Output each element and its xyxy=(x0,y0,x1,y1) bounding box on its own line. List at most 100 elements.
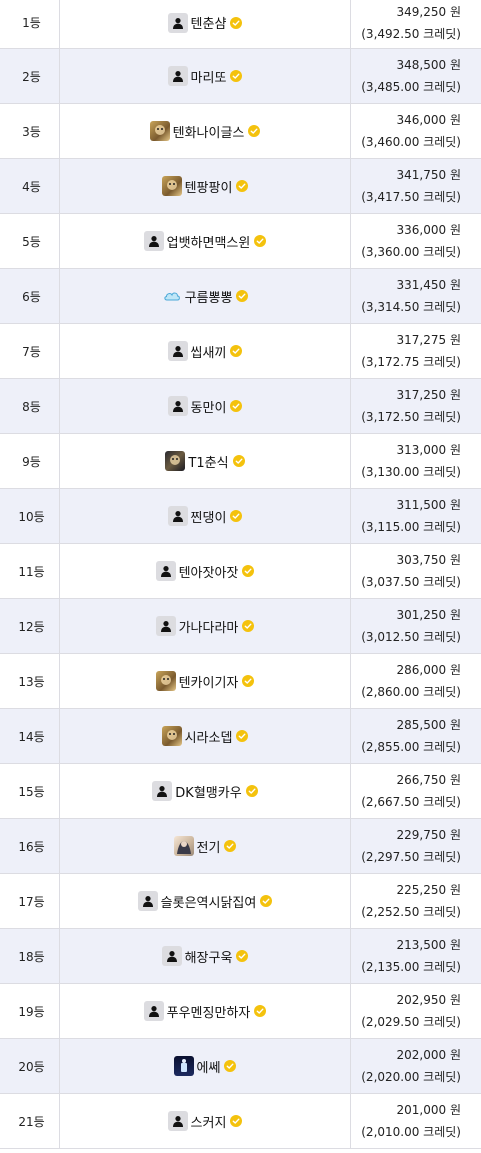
amount-cell: 311,500 원 (3,115.00 크레딧) xyxy=(351,489,481,543)
amount-credit: (2,020.00 크레딧) xyxy=(361,1070,461,1084)
user-nickname[interactable]: 텐화나이글스 xyxy=(173,122,245,141)
amount-credit: (3,417.50 크레딧) xyxy=(361,190,461,204)
rank-cell: 19등 xyxy=(0,984,60,1038)
amount-cell: 346,000 원 (3,460.00 크레딧) xyxy=(351,104,481,158)
user-silhouette-icon xyxy=(167,66,188,86)
user-nickname[interactable]: DK혈맹카우 xyxy=(175,782,241,801)
amount-cell: 202,000 원 (2,020.00 크레딧) xyxy=(351,1039,481,1093)
amount-won: 341,750 원 xyxy=(396,168,461,182)
amount-cell: 225,250 원 (2,252.50 크레딧) xyxy=(351,874,481,928)
profile-photo-avatar xyxy=(161,176,182,196)
user-nickname[interactable]: 푸우멘징만하자 xyxy=(167,1002,251,1021)
user-cell[interactable]: 구름뽕뽕 xyxy=(60,269,351,323)
table-row: 11등 텐아잣아잣 303,750 원 (3,037.50 크레딧) xyxy=(0,544,481,599)
user-nickname[interactable]: 텐카이기자 xyxy=(179,672,239,691)
user-cell[interactable]: 푸우멘징만하자 xyxy=(60,984,351,1038)
amount-won: 336,000 원 xyxy=(396,223,461,237)
rank-cell: 18등 xyxy=(0,929,60,983)
amount-cell: 285,500 원 (2,855.00 크레딧) xyxy=(351,709,481,763)
user-nickname[interactable]: 텐춘샴 xyxy=(191,13,227,32)
verified-check-icon xyxy=(224,840,237,852)
user-cell[interactable]: 슬롯은역시닭집여 xyxy=(60,874,351,928)
user-cell[interactable]: 텐팡팡이 xyxy=(60,159,351,213)
table-row: 14등 시라소뎁 285,500 원 (2,855.00 크레딧) xyxy=(0,709,481,764)
amount-cell: 349,250 원 (3,492.50 크레딧) xyxy=(351,0,481,48)
user-nickname[interactable]: 전기 xyxy=(197,837,221,856)
amount-credit: (3,037.50 크레딧) xyxy=(361,575,461,589)
verified-check-icon xyxy=(230,510,243,522)
table-row: 3등 텐화나이글스 346,000 원 (3,460.00 크레딧) xyxy=(0,104,481,159)
user-cell[interactable]: 텐화나이글스 xyxy=(60,104,351,158)
user-cell[interactable]: 동만이 xyxy=(60,379,351,433)
user-cell[interactable]: 텐카이기자 xyxy=(60,654,351,708)
user-nickname[interactable]: 동만이 xyxy=(191,397,227,416)
user-cell[interactable]: 스커지 xyxy=(60,1094,351,1148)
user-cell[interactable]: 가나다라마 xyxy=(60,599,351,653)
amount-won: 313,000 원 xyxy=(396,443,461,457)
rank-cell: 4등 xyxy=(0,159,60,213)
user-cell[interactable]: 에쎄 xyxy=(60,1039,351,1093)
user-nickname[interactable]: 해장구욱 xyxy=(185,947,233,966)
user-nickname[interactable]: 씹새끼 xyxy=(191,342,227,361)
rank-cell: 1등 xyxy=(0,0,60,48)
table-row: 13등 텐카이기자 286,000 원 (2,860.00 크레딧) xyxy=(0,654,481,709)
user-cell[interactable]: 마리또 xyxy=(60,49,351,103)
user-nickname[interactable]: 업뱃하면맥스윈 xyxy=(167,232,251,251)
amount-credit: (3,115.00 크레딧) xyxy=(361,520,461,534)
amount-won: 213,500 원 xyxy=(396,938,461,952)
rank-cell: 12등 xyxy=(0,599,60,653)
table-row: 10등 찐댕이 311,500 원 (3,115.00 크레딧) xyxy=(0,489,481,544)
amount-credit: (3,314.50 크레딧) xyxy=(361,300,461,314)
user-nickname[interactable]: 가나다라마 xyxy=(179,617,239,636)
table-row: 1등 텐춘샴 349,250 원 (3,492.50 크레딧) xyxy=(0,0,481,49)
user-cell[interactable]: 업뱃하면맥스윈 xyxy=(60,214,351,268)
user-nickname[interactable]: 텐아잣아잣 xyxy=(179,562,239,581)
user-nickname[interactable]: 텐팡팡이 xyxy=(185,177,233,196)
user-nickname[interactable]: 스커지 xyxy=(191,1112,227,1131)
user-cell[interactable]: 텐춘샴 xyxy=(60,0,351,48)
verified-check-icon xyxy=(245,785,258,797)
amount-credit: (2,855.00 크레딧) xyxy=(361,740,461,754)
verified-check-icon xyxy=(236,290,249,302)
user-nickname[interactable]: 구름뽕뽕 xyxy=(185,287,233,306)
user-nickname[interactable]: 슬롯은역시닭집여 xyxy=(161,892,257,911)
verified-check-icon xyxy=(236,180,249,192)
user-nickname[interactable]: 에쎄 xyxy=(197,1057,221,1076)
user-cell[interactable]: 전기 xyxy=(60,819,351,873)
user-silhouette-icon xyxy=(155,616,176,636)
profile-photo-avatar xyxy=(165,451,186,471)
rank-cell: 11등 xyxy=(0,544,60,598)
user-cell[interactable]: 텐아잣아잣 xyxy=(60,544,351,598)
table-row: 20등 에쎄 202,000 원 (2,020.00 크레딧) xyxy=(0,1039,481,1094)
amount-won: 303,750 원 xyxy=(396,553,461,567)
verified-check-icon xyxy=(232,455,245,467)
amount-cell: 341,750 원 (3,417.50 크레딧) xyxy=(351,159,481,213)
user-cell[interactable]: 찐댕이 xyxy=(60,489,351,543)
user-nickname[interactable]: T1춘식 xyxy=(188,452,228,471)
rank-cell: 17등 xyxy=(0,874,60,928)
user-silhouette-icon xyxy=(167,506,188,526)
verified-check-icon xyxy=(242,620,255,632)
table-row: 15등 DK혈맹카우 266,750 원 (2,667.50 크레딧) xyxy=(0,764,481,819)
user-cell[interactable]: 시라소뎁 xyxy=(60,709,351,763)
user-cell[interactable]: DK혈맹카우 xyxy=(60,764,351,818)
amount-won: 286,000 원 xyxy=(396,663,461,677)
user-cell[interactable]: 해장구욱 xyxy=(60,929,351,983)
amount-credit: (3,130.00 크레딧) xyxy=(361,465,461,479)
user-nickname[interactable]: 마리또 xyxy=(191,67,227,86)
amount-cell: 336,000 원 (3,360.00 크레딧) xyxy=(351,214,481,268)
amount-won: 311,500 원 xyxy=(396,498,461,512)
amount-credit: (2,667.50 크레딧) xyxy=(361,795,461,809)
verified-check-icon xyxy=(236,730,249,742)
user-cell[interactable]: 씹새끼 xyxy=(60,324,351,378)
user-nickname[interactable]: 시라소뎁 xyxy=(185,727,233,746)
rank-cell: 14등 xyxy=(0,709,60,763)
amount-credit: (3,360.00 크레딧) xyxy=(361,245,461,259)
rank-cell: 2등 xyxy=(0,49,60,103)
user-nickname[interactable]: 찐댕이 xyxy=(191,507,227,526)
profile-photo-avatar xyxy=(173,836,194,856)
verified-check-icon xyxy=(224,1060,237,1072)
user-cell[interactable]: T1춘식 xyxy=(60,434,351,488)
table-row: 16등 전기 229,750 원 (2,297.50 크레딧) xyxy=(0,819,481,874)
amount-won: 266,750 원 xyxy=(396,773,461,787)
